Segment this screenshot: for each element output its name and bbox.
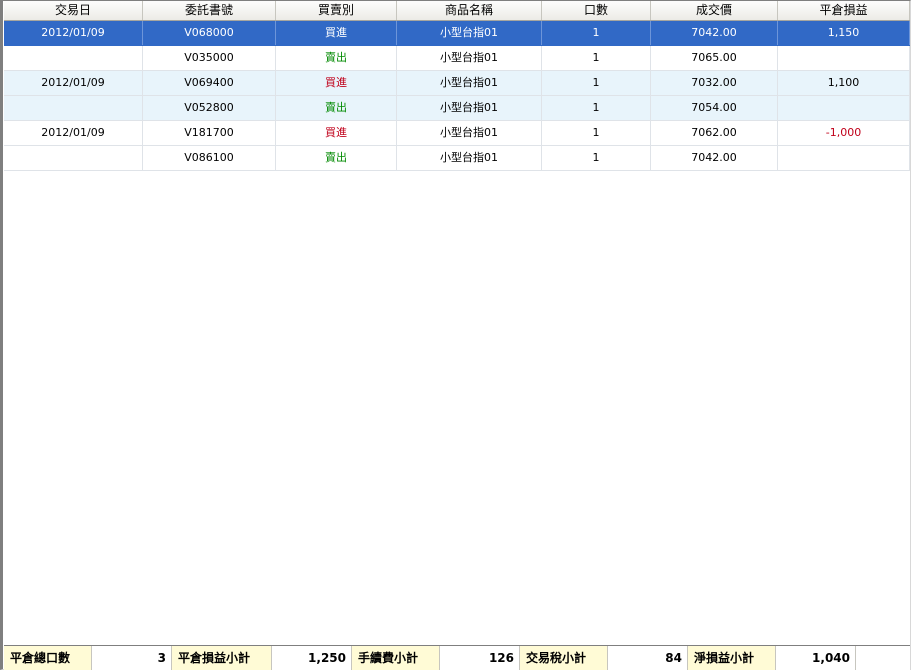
cell-product: 小型台指01 [397,21,542,45]
cell-pnl: 1,150 [778,21,910,45]
cell-product: 小型台指01 [397,121,542,145]
cell-order-no: V086100 [143,146,276,170]
column-header-product[interactable]: 商品名稱 [397,1,542,20]
cell-pnl: 1,100 [778,71,910,95]
cell-product: 小型台指01 [397,46,542,70]
cell-date: 2012/01/09 [4,121,143,145]
cell-qty: 1 [542,146,651,170]
table-row[interactable]: 2012/01/09 V069400 買進 小型台指01 1 7032.00 1… [4,71,910,96]
cell-pnl [778,146,910,170]
cell-qty: 1 [542,46,651,70]
table-row[interactable]: V086100 賣出 小型台指01 1 7042.00 [4,146,910,171]
cell-qty: 1 [542,96,651,120]
column-header-price[interactable]: 成交價 [651,1,778,20]
table-row[interactable]: V052800 賣出 小型台指01 1 7054.00 [4,96,910,121]
cell-pnl: -1,000 [778,121,910,145]
cell-date: 2012/01/09 [4,71,143,95]
net-subtotal-value: 1,040 [776,646,856,670]
cell-side: 賣出 [276,96,397,120]
cell-side: 買進 [276,121,397,145]
cell-qty: 1 [542,21,651,45]
cell-product: 小型台指01 [397,146,542,170]
table-row[interactable]: V035000 賣出 小型台指01 1 7065.00 [4,46,910,71]
cell-date: 2012/01/09 [4,21,143,45]
tax-subtotal-value: 84 [608,646,688,670]
tax-subtotal-label: 交易稅小計 [520,646,608,670]
cell-price: 7065.00 [651,46,778,70]
cell-pnl [778,46,910,70]
cell-order-no: V181700 [143,121,276,145]
column-header-qty[interactable]: 口數 [542,1,651,20]
table-row[interactable]: 2012/01/09 V181700 買進 小型台指01 1 7062.00 -… [4,121,910,146]
table-row[interactable]: 2012/01/09 V068000 買進 小型台指01 1 7042.00 1… [4,21,910,46]
column-header-pnl[interactable]: 平倉損益 [778,1,910,20]
column-header-side[interactable]: 買賣別 [276,1,397,20]
fee-subtotal-value: 126 [440,646,520,670]
cell-price: 7042.00 [651,146,778,170]
cell-qty: 1 [542,121,651,145]
total-lots-value: 3 [92,646,172,670]
column-header-date[interactable]: 交易日 [4,1,143,20]
cell-product: 小型台指01 [397,71,542,95]
cell-side: 買進 [276,21,397,45]
cell-order-no: V069400 [143,71,276,95]
cell-side: 買進 [276,71,397,95]
cell-side: 賣出 [276,46,397,70]
pnl-subtotal-value: 1,250 [272,646,352,670]
cell-price: 7054.00 [651,96,778,120]
grid-header: 交易日 委託書號 買賣別 商品名稱 口數 成交價 平倉損益 [4,1,910,21]
net-subtotal-label: 淨損益小計 [688,646,776,670]
summary-bar: 平倉總口數 3 平倉損益小計 1,250 手續費小計 126 交易稅小計 84 … [4,645,910,670]
fee-subtotal-label: 手續費小計 [352,646,440,670]
cell-side: 賣出 [276,146,397,170]
cell-pnl [778,96,910,120]
cell-date [4,96,143,120]
cell-price: 7032.00 [651,71,778,95]
cell-order-no: V035000 [143,46,276,70]
cell-order-no: V068000 [143,21,276,45]
cell-price: 7062.00 [651,121,778,145]
cell-price: 7042.00 [651,21,778,45]
cell-date [4,46,143,70]
cell-date [4,146,143,170]
cell-product: 小型台指01 [397,96,542,120]
column-header-order-no[interactable]: 委託書號 [143,1,276,20]
trade-rows: 2012/01/09 V068000 買進 小型台指01 1 7042.00 1… [4,21,910,171]
total-lots-label: 平倉總口數 [4,646,92,670]
pnl-subtotal-label: 平倉損益小計 [172,646,272,670]
cell-qty: 1 [542,71,651,95]
cell-order-no: V052800 [143,96,276,120]
